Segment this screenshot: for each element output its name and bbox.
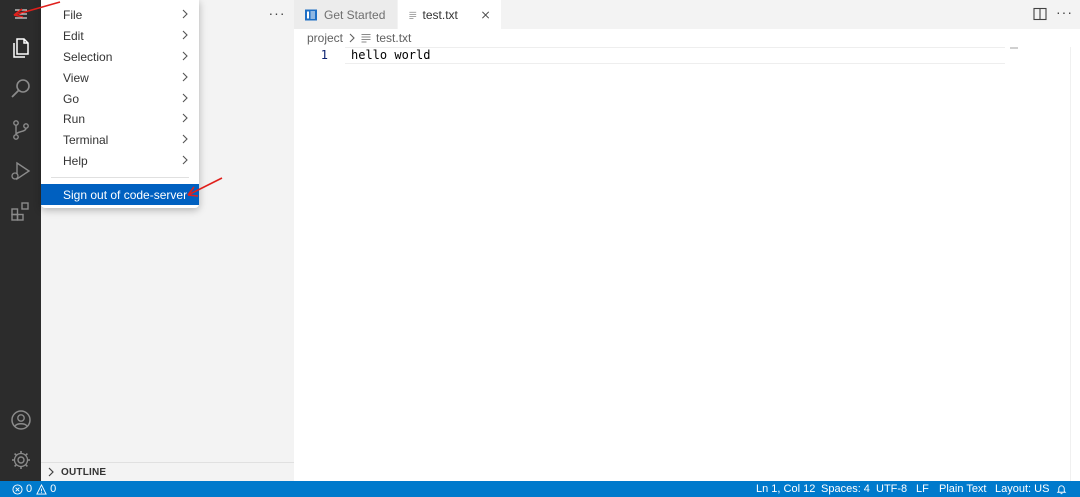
indentation-setting[interactable]: Spaces: 4 (821, 481, 870, 497)
tab-get-started[interactable]: Get Started (294, 0, 398, 29)
explorer-button[interactable] (0, 28, 41, 68)
extensions-button[interactable] (0, 191, 41, 231)
menu-item-sign-out[interactable]: Sign out of code-server (41, 184, 199, 205)
menu-item-go[interactable]: Go (41, 88, 199, 109)
account-icon (10, 410, 31, 430)
manage-button[interactable] (0, 440, 41, 480)
tab-test-txt[interactable]: test.txt (398, 0, 501, 29)
menu-hamburger-button[interactable] (0, 0, 41, 28)
chevron-right-icon (48, 467, 54, 477)
breadcrumb: project test.txt (294, 29, 411, 47)
keyboard-layout[interactable]: Layout: US (995, 481, 1049, 497)
vertical-scrollbar[interactable] (1070, 47, 1080, 481)
menu-item-view[interactable]: View (41, 67, 199, 88)
error-count: 0 (26, 483, 33, 495)
outline-label: OUTLINE (61, 466, 107, 478)
file-lines-icon (409, 11, 417, 19)
chevron-right-icon (182, 155, 188, 165)
error-icon (12, 483, 23, 495)
search-icon (10, 79, 30, 98)
problems-indicator[interactable]: 0 0 (12, 481, 60, 497)
run-debug-icon (10, 161, 30, 181)
run-debug-button[interactable] (0, 151, 41, 191)
bell-icon[interactable] (1056, 484, 1067, 495)
encoding-setting[interactable]: UTF-8 (876, 481, 907, 497)
hamburger-icon (14, 9, 27, 19)
chevron-right-icon (182, 30, 188, 40)
breadcrumb-file[interactable]: test.txt (376, 31, 411, 45)
tab-label: Get Started (324, 7, 386, 22)
chevron-right-icon (349, 33, 355, 43)
chevron-right-icon (182, 113, 188, 123)
close-icon[interactable] (480, 8, 491, 22)
vscode-window: ··· OUTLINE Get Started test.txt ··· pro… (0, 0, 1080, 497)
accounts-button[interactable] (0, 400, 41, 440)
chevron-right-icon (182, 72, 188, 82)
sidebar-more-actions[interactable]: ··· (267, 3, 287, 23)
search-button[interactable] (0, 69, 41, 109)
files-icon (12, 38, 29, 58)
source-control-button[interactable] (0, 110, 41, 150)
chevron-right-icon (182, 93, 188, 103)
status-bar: 0 0 Ln 1, Col 12 Spaces: 4 UTF-8 LF Plai… (0, 481, 1080, 497)
chevron-right-icon (182, 9, 188, 19)
menu-item-help[interactable]: Help (41, 150, 199, 171)
eol-setting[interactable]: LF (916, 481, 929, 497)
language-mode[interactable]: Plain Text (939, 481, 987, 497)
menu-separator (51, 177, 189, 178)
current-line-highlight (345, 47, 1005, 64)
text-editor[interactable]: 1 hello world (294, 47, 1080, 481)
gear-icon (11, 451, 30, 469)
tab-label: test.txt (422, 7, 458, 22)
menu-item-edit[interactable]: Edit (41, 25, 199, 46)
source-control-icon (12, 120, 29, 140)
menu-item-selection[interactable]: Selection (41, 46, 199, 67)
outline-section-header[interactable]: OUTLINE (41, 462, 294, 481)
chevron-right-icon (182, 134, 188, 144)
warning-icon (36, 483, 47, 495)
editor-tab-bar: Get Started test.txt ··· (294, 0, 1080, 29)
file-lines-icon (361, 34, 371, 43)
editor-more-actions-icon[interactable]: ··· (1056, 4, 1072, 20)
code-line[interactable]: hello world (351, 47, 430, 64)
menu-item-file[interactable]: File (41, 4, 199, 25)
get-started-icon (305, 9, 317, 20)
split-editor-icon[interactable] (1032, 6, 1048, 22)
minimap-line (1010, 47, 1018, 49)
activity-bar (0, 0, 41, 481)
cursor-position[interactable]: Ln 1, Col 12 (756, 481, 815, 497)
breadcrumb-folder[interactable]: project (307, 31, 343, 45)
line-number: 1 (320, 48, 328, 62)
menu-item-run[interactable]: Run (41, 108, 199, 129)
chevron-right-icon (182, 51, 188, 61)
warning-count: 0 (50, 483, 57, 495)
extensions-icon (10, 202, 29, 221)
application-menu: File Edit Selection View Go Run Terminal (41, 0, 199, 208)
menu-item-terminal[interactable]: Terminal (41, 129, 199, 150)
